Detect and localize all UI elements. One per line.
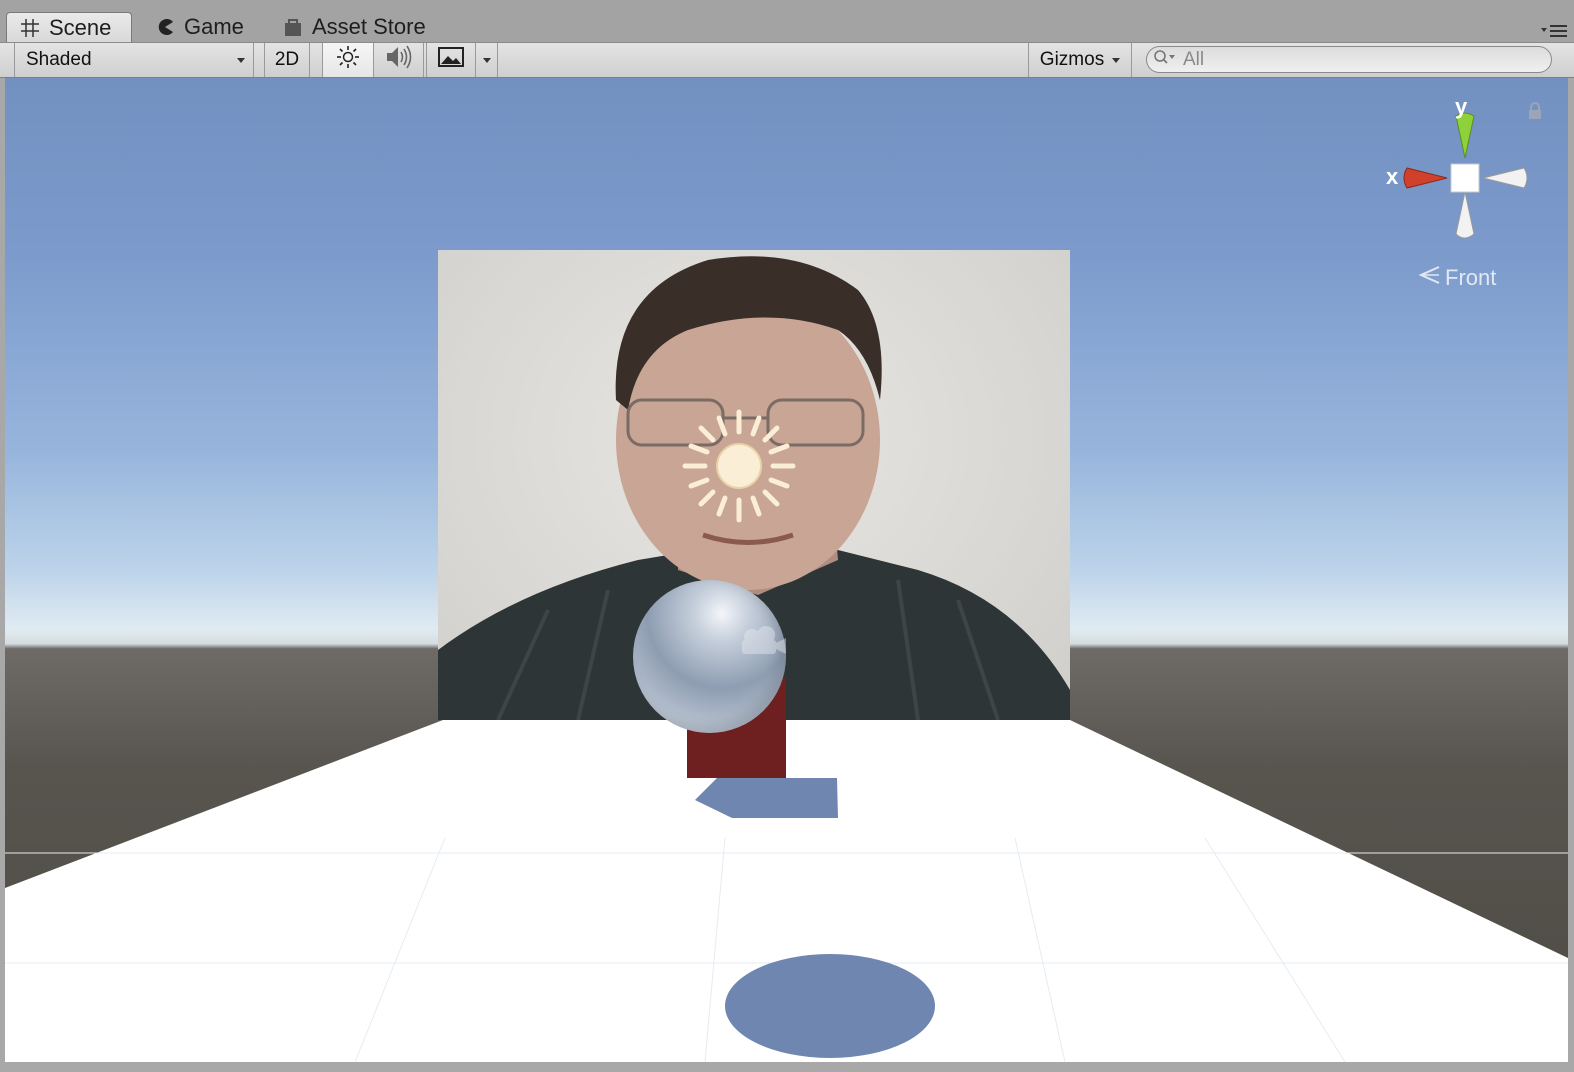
panel-border-left <box>0 78 5 1072</box>
bag-icon <box>282 16 304 38</box>
search-icon <box>1153 49 1179 71</box>
toggle-2d-button[interactable]: 2D <box>264 43 310 77</box>
gizmo-y-label: y <box>1455 94 1468 119</box>
tab-bar: Scene Game Asset Store <box>0 0 1574 43</box>
panel-border-right <box>1568 78 1574 1072</box>
lighting-toggle-button[interactable] <box>322 43 374 77</box>
chevron-down-icon <box>482 57 491 63</box>
camera-icon[interactable] <box>738 626 788 660</box>
tab-game[interactable]: Game <box>142 12 262 42</box>
view-label-button[interactable]: Front <box>1418 264 1497 292</box>
tab-asset-store-label: Asset Store <box>312 14 426 39</box>
effects-dropdown[interactable] <box>476 43 498 77</box>
effects-toggle-button[interactable] <box>426 43 476 77</box>
speaker-icon <box>384 44 414 76</box>
search-placeholder: All <box>1183 48 1205 70</box>
toggle-2d-label: 2D <box>274 49 300 70</box>
panel-border-bottom <box>0 1062 1574 1072</box>
lock-icon[interactable] <box>1527 102 1543 125</box>
tab-scene[interactable]: Scene <box>6 12 132 43</box>
view-label: Front <box>1445 265 1497 290</box>
perspective-icon <box>1418 264 1441 292</box>
image-icon <box>438 47 464 73</box>
tab-game-label: Game <box>184 14 244 39</box>
draw-mode-dropdown[interactable]: Shaded <box>14 43 254 77</box>
scene-toolbar: Shaded 2D Gizmos All <box>0 42 1574 78</box>
gizmos-label: Gizmos <box>1039 49 1105 70</box>
sphere-shadow <box>725 954 935 1058</box>
light-sun-icon[interactable] <box>679 408 799 528</box>
panel-menu-icon[interactable] <box>1540 22 1568 38</box>
sun-icon <box>336 45 360 75</box>
gizmos-dropdown[interactable]: Gizmos <box>1028 43 1132 77</box>
chevron-down-icon <box>237 57 245 63</box>
search-input[interactable]: All <box>1146 46 1552 73</box>
pacman-icon <box>154 16 176 38</box>
chevron-down-icon <box>1112 57 1121 63</box>
audio-toggle-button[interactable] <box>374 43 424 77</box>
draw-mode-label: Shaded <box>26 49 92 70</box>
grid-icon <box>19 17 41 39</box>
tab-asset-store[interactable]: Asset Store <box>270 12 442 42</box>
tab-scene-label: Scene <box>49 15 112 40</box>
scene-viewport[interactable]: y x Front <box>5 78 1568 1062</box>
gizmo-x-label: x <box>1386 164 1399 189</box>
